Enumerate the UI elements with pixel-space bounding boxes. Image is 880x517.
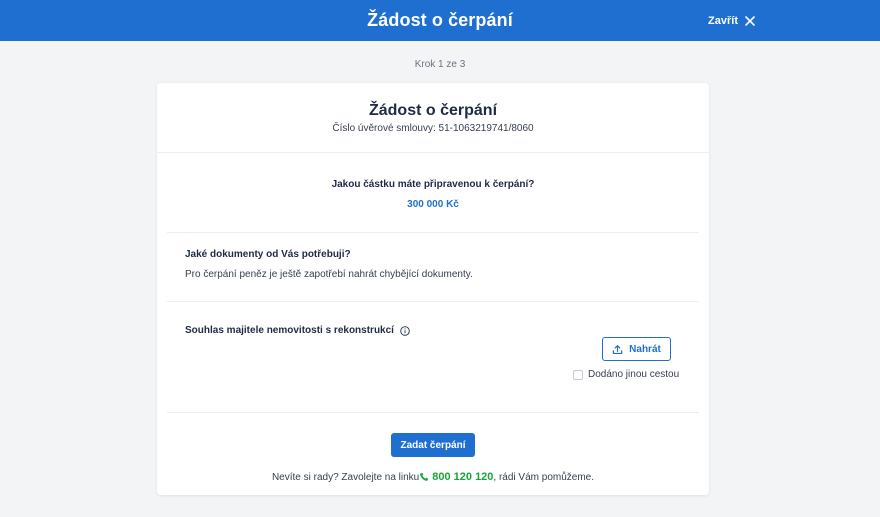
document-label-text: Souhlas majitele nemovitosti s rekonstru… — [185, 325, 394, 336]
phone-icon — [420, 473, 429, 481]
contract-number: Číslo úvěrové smlouvy: 51-1063219741/806… — [332, 123, 534, 134]
card-header: Žádost o čerpání Číslo úvěrové smlouvy: … — [157, 83, 709, 153]
card-title: Žádost o čerpání — [368, 102, 498, 119]
upload-icon — [612, 344, 623, 354]
page-title: Žádost o čerpání — [367, 10, 513, 30]
documents-question: Jaké dokumenty od Vás potřebuji? — [185, 249, 351, 260]
upload-button-label: Nahrát — [629, 343, 661, 355]
help-text-after: , rádi Vám pomůžeme. — [493, 471, 595, 483]
amount-value: 300 000 Kč — [407, 199, 459, 210]
delivered-otherwise-option[interactable]: Dodáno jinou cestou — [573, 369, 679, 380]
request-card: Žádost o čerpání Číslo úvěrové smlouvy: … — [157, 83, 709, 495]
submit-request-button[interactable]: Zadat čerpání — [391, 433, 475, 457]
help-phone-number[interactable]: 800 120 120 — [432, 471, 493, 483]
help-text-before: Nevíte si rady? Zavolejte na linku — [271, 471, 420, 483]
delivered-otherwise-checkbox[interactable] — [573, 369, 583, 380]
step-indicator: Krok 1 ze 3 — [414, 59, 466, 70]
documents-section: Jaké dokumenty od Vás potřebuji? Pro čer… — [167, 233, 699, 302]
close-label: Zavřít — [708, 14, 738, 27]
upload-button[interactable]: Nahrát — [602, 337, 671, 361]
top-bar: Žádost o čerpání Zavřít — [0, 0, 880, 41]
delivered-otherwise-label: Dodáno jinou cestou — [588, 369, 680, 380]
upload-section: Souhlas majitele nemovitosti s rekonstru… — [167, 302, 699, 413]
amount-section: Jakou částku máte připravenou k čerpání?… — [167, 153, 699, 233]
close-icon — [745, 15, 755, 26]
document-label: Souhlas majitele nemovitosti s rekonstru… — [185, 325, 699, 336]
documents-description: Pro čerpání peněz je ještě zapotřebí nah… — [185, 269, 473, 280]
amount-question: Jakou částku máte připravenou k čerpání? — [331, 179, 535, 190]
close-button[interactable]: Zavřít — [708, 0, 756, 41]
info-icon[interactable] — [400, 325, 410, 336]
help-text: Nevíte si rady? Zavolejte na linku 800 1… — [157, 471, 709, 483]
